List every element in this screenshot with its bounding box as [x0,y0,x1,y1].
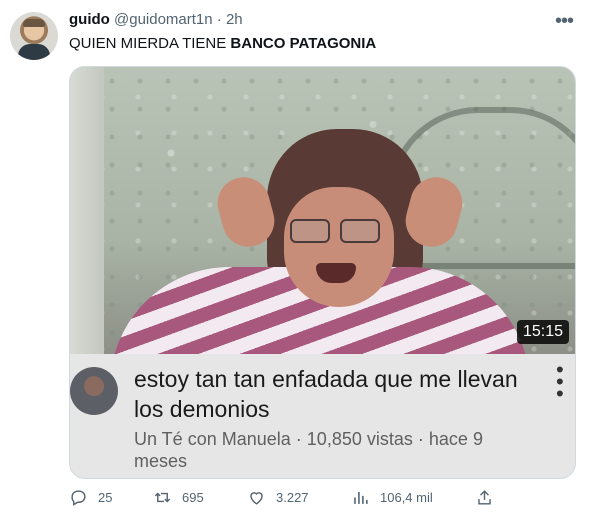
tweet-text-plain: QUIEN MIERDA TIENE [69,35,231,52]
more-horizontal-icon[interactable]: ••• [555,10,574,33]
tweet-text: QUIEN MIERDA TIENE BANCO PATAGONIA [69,34,376,54]
channel-name[interactable]: Un Té con Manuela [134,429,291,449]
header-separator: · [216,11,222,28]
video-title[interactable]: estoy tan tan enfadada que me llevan los… [134,364,524,424]
tweet-actions: 25 695 3.227 106,4 mil [69,488,509,512]
avatar-shirt [18,44,50,60]
like-button[interactable]: 3.227 [247,488,309,507]
retweet-icon [154,492,171,503]
video-meta: Un Té con Manuela · 10,850 vistas · hace… [134,428,524,472]
view-count: 10,850 vistas [306,429,413,449]
like-count: 3.227 [276,490,309,505]
retweet-button[interactable]: 695 [153,488,204,507]
avatar-hat [23,19,45,27]
video-card[interactable]: 15:15 estoy tan tan enfadada que me llev… [69,66,576,479]
views-icon [354,491,368,504]
curtain [70,67,104,354]
meta-separator-2: · [417,429,424,449]
more-vertical-icon[interactable]: • • • [556,359,564,405]
video-info: estoy tan tan enfadada que me llevan los… [70,354,575,478]
meta-separator-1: · [295,429,302,449]
author-handle[interactable]: @guidomart1n [114,11,213,28]
views-button[interactable]: 106,4 mil [351,488,433,507]
video-duration: 15:15 [516,320,569,344]
reply-button[interactable]: 25 [69,488,112,507]
video-thumbnail[interactable]: 15:15 [70,67,575,354]
author-avatar[interactable] [10,12,58,60]
share-button[interactable] [475,488,494,507]
like-icon [250,492,263,505]
tweet-header: guido @guidomart1n · 2h [69,11,243,28]
reply-count: 25 [98,490,113,505]
share-icon [478,490,491,505]
reply-icon [71,490,86,506]
channel-avatar[interactable] [70,367,118,415]
retweet-count: 695 [182,490,204,505]
woman-face [284,187,394,307]
tweet-time[interactable]: 2h [226,11,243,28]
tweet-text-bold: BANCO PATAGONIA [230,35,377,52]
views-count: 106,4 mil [380,490,433,505]
glasses-right-lens [340,219,380,243]
glasses-left-lens [290,219,330,243]
author-name[interactable]: guido [69,11,110,28]
